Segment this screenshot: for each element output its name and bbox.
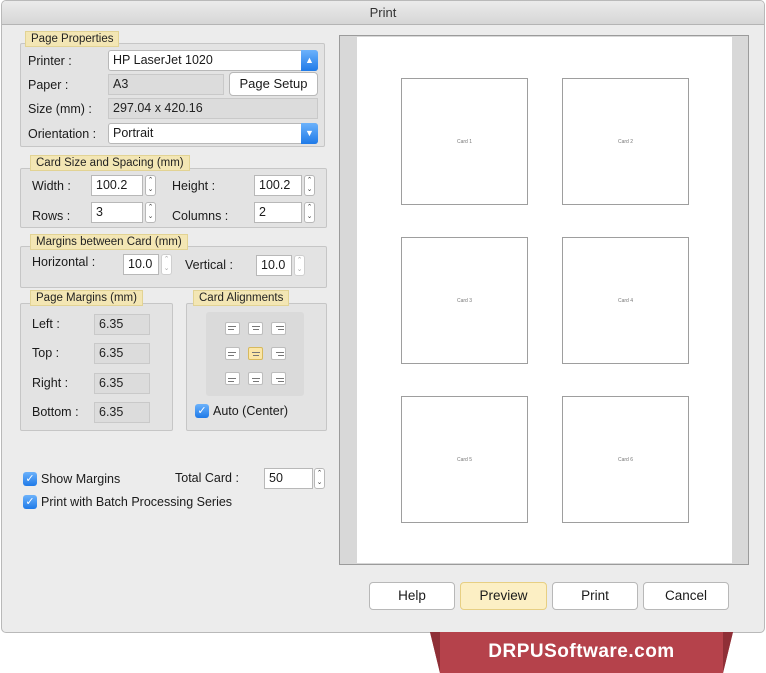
horizontal-stepper[interactable]: ⌃ ⌄ [161,254,172,275]
top-margin-field: 6.35 [94,343,150,364]
page-properties-legend: Page Properties [25,31,120,47]
page-margins-legend: Page Margins (mm) [30,290,143,306]
preview-paper: Card 1 Card 2 Card 3 Card 4 Card 5 Card … [357,37,732,563]
checkmark-icon: ✓ [25,496,35,508]
orientation-select[interactable]: Portrait ▼ [108,123,318,144]
total-card-label: Total Card : [175,471,239,485]
checkmark-icon: ✓ [25,473,35,485]
height-field[interactable]: 100.2 [254,175,302,196]
bottom-margin-field: 6.35 [94,402,150,423]
auto-center-label: Auto (Center) [213,404,289,418]
align-bottom-right-button[interactable] [271,372,286,385]
window-title: Print [2,1,764,25]
card-label: Card 4 [617,298,633,304]
preview-card: Card 4 [562,237,689,364]
margins-between-legend: Margins between Card (mm) [30,234,188,250]
card-label: Card 1 [456,139,472,145]
horizontal-label: Horizontal : [32,255,96,269]
width-label: Width : [32,179,71,193]
align-middle-center-button[interactable] [248,347,263,360]
preview-button[interactable]: Preview [460,582,547,610]
width-field[interactable]: 100.2 [91,175,143,196]
preview-card: Card 2 [562,78,689,205]
batch-processing-checkbox[interactable]: ✓ [23,495,37,509]
align-middle-right-button[interactable] [271,347,286,360]
drpu-watermark: DRPUSoftware.com [430,632,733,673]
right-margin-label: Right : [32,376,69,390]
preview-card: Card 6 [562,396,689,523]
paper-field: A3 [108,74,224,95]
total-card-stepper[interactable]: ⌃ ⌄ [314,468,325,489]
card-label: Card 2 [617,139,633,145]
height-stepper[interactable]: ⌃ ⌄ [304,175,315,196]
size-field: 297.04 x 420.16 [108,98,318,119]
left-margin-field: 6.35 [94,314,150,335]
total-card-field[interactable]: 50 [264,468,313,489]
printer-select[interactable]: HP LaserJet 1020 ▲ [108,50,318,71]
preview-card: Card 5 [401,396,528,523]
columns-field[interactable]: 2 [254,202,302,223]
align-top-right-button[interactable] [271,322,286,335]
card-label: Card 6 [617,457,633,463]
height-label: Height : [172,179,216,193]
printer-label: Printer : [28,54,72,68]
horizontal-field[interactable]: 10.0 [123,254,159,275]
bottom-margin-label: Bottom : [32,405,79,419]
right-margin-field: 6.35 [94,373,150,394]
help-button[interactable]: Help [369,582,455,610]
show-margins-label: Show Margins [41,472,121,486]
align-bottom-center-button[interactable] [248,372,263,385]
preview-card: Card 1 [401,78,528,205]
chevron-down-icon: ▼ [301,123,318,144]
vertical-stepper[interactable]: ⌃ ⌄ [294,255,305,276]
page-setup-button[interactable]: Page Setup [229,72,318,96]
align-bottom-left-button[interactable] [225,372,240,385]
columns-label: Columns : [172,209,229,223]
print-preview: Card 1 Card 2 Card 3 Card 4 Card 5 Card … [339,35,749,565]
columns-stepper[interactable]: ⌃ ⌄ [304,202,315,223]
rows-label: Rows : [32,209,71,223]
watermark-text: DRPUSoftware.com [488,641,675,662]
show-margins-checkbox[interactable]: ✓ [23,472,37,486]
checkmark-icon: ✓ [197,405,207,417]
align-top-center-button[interactable] [248,322,263,335]
align-middle-left-button[interactable] [225,347,240,360]
print-dialog: Print Page Properties Printer : HP Laser… [1,0,765,633]
preview-card: Card 3 [401,237,528,364]
width-stepper[interactable]: ⌃ ⌄ [145,175,156,196]
batch-processing-label: Print with Batch Processing Series [41,495,233,509]
cancel-button[interactable]: Cancel [643,582,729,610]
vertical-field[interactable]: 10.0 [256,255,292,276]
size-label: Size (mm) : [28,102,92,116]
card-label: Card 3 [456,298,472,304]
card-alignments-legend: Card Alignments [193,290,290,306]
card-label: Card 5 [456,457,472,463]
printer-value: HP LaserJet 1020 [113,53,213,67]
chevron-updown-icon: ▲ [301,50,318,71]
rows-stepper[interactable]: ⌃ ⌄ [145,202,156,223]
card-size-legend: Card Size and Spacing (mm) [30,155,190,171]
orientation-label: Orientation : [28,127,97,141]
vertical-label: Vertical : [185,258,233,272]
print-button[interactable]: Print [552,582,638,610]
left-margin-label: Left : [32,317,60,331]
align-top-left-button[interactable] [225,322,240,335]
auto-center-checkbox[interactable]: ✓ [195,404,209,418]
rows-field[interactable]: 3 [91,202,143,223]
paper-label: Paper : [28,78,69,92]
orientation-value: Portrait [113,126,154,140]
top-margin-label: Top : [32,346,60,360]
